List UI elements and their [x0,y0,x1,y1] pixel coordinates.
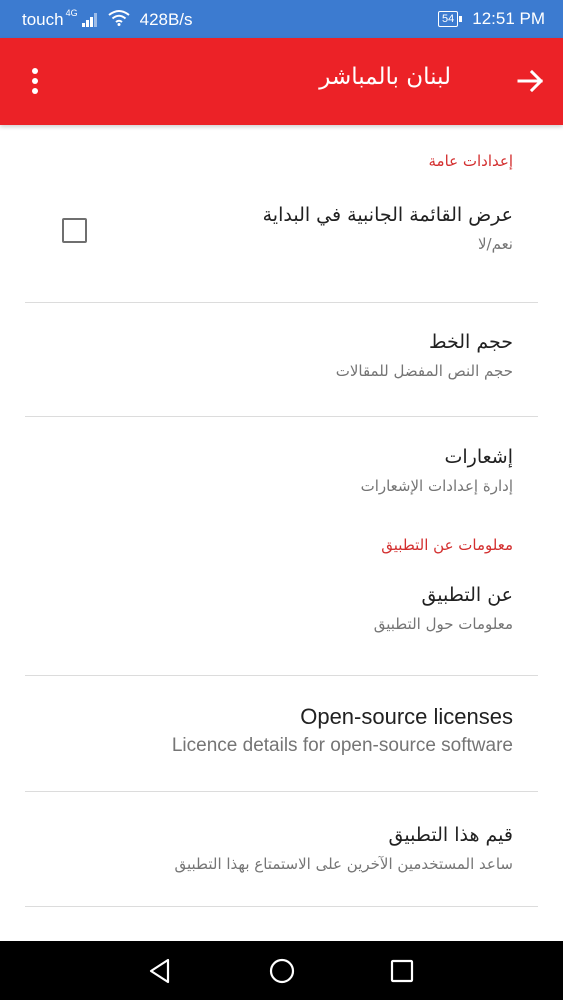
clock-label: 12:51 PM [472,9,545,28]
pref-notifications[interactable]: إشعارات إدارة إعدادات الإشعارات [0,417,563,530]
app-bar: لبنان بالمباشر [0,38,563,125]
pref-show-drawer[interactable]: عرض القائمة الجانبية في البداية نعم/لا [0,172,563,278]
pref-title: حجم الخط [428,331,513,353]
settings-list: إعدادات عامة عرض القائمة الجانبية في الب… [0,125,563,907]
network-type-label: 4G [65,8,78,18]
pref-summary: ساعد المستخدمين الآخرين على الاستمتاع به… [174,855,513,873]
category-general: إعدادات عامة [428,152,514,170]
back-triangle-icon[interactable] [146,957,174,985]
pref-summary: إدارة إعدادات الإشعارات [360,477,513,495]
wifi-icon [107,9,130,31]
more-vert-icon[interactable] [20,64,50,98]
signal-icon [81,13,98,27]
pref-title: قيم هذا التطبيق [388,824,513,846]
pref-about[interactable]: عن التطبيق معلومات حول التطبيق [0,556,563,660]
recents-square-icon[interactable] [388,957,416,985]
arrow-forward-icon[interactable] [515,65,547,97]
pref-title: Open-source licenses [300,704,513,729]
pref-summary: معلومات حول التطبيق [373,615,513,633]
carrier-label: touch [22,10,64,29]
pref-open-source-licenses[interactable]: Open-source licenses Licence details for… [0,676,563,791]
pref-title: عرض القائمة الجانبية في البداية [262,204,513,226]
divider [25,906,538,907]
checkbox[interactable] [62,218,87,243]
category-about: معلومات عن التطبيق [381,536,513,554]
navigation-bar [0,941,563,1000]
pref-rate-app[interactable]: قيم هذا التطبيق ساعد المستخدمين الآخرين … [0,792,563,906]
pref-summary: حجم النص المفضل للمقالات [335,362,513,380]
pref-title: إشعارات [444,446,514,468]
home-circle-icon[interactable] [268,957,296,985]
pref-title: عن التطبيق [421,584,513,606]
pref-font-size[interactable]: حجم الخط حجم النص المفضل للمقالات [0,303,563,416]
pref-summary: نعم/لا [477,235,513,253]
status-bar: touch 4G 428B/s 54 12:51 PM [0,0,563,38]
pref-summary: Licence details for open-source software [171,735,513,756]
battery-icon: 54 [437,11,463,27]
data-speed-label: 428B/s [139,10,193,29]
app-title: لبنان بالمباشر [319,64,451,90]
